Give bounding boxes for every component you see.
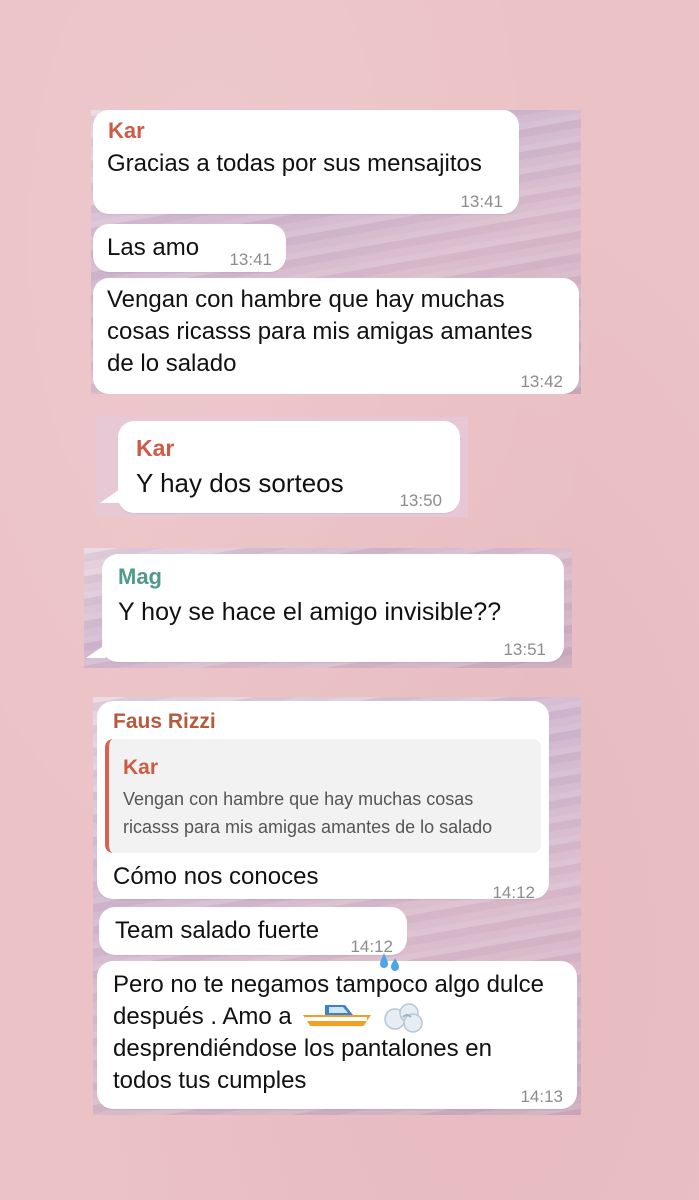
chat-screenshot-1: Kar Gracias a todas por sus mensajitos 1…	[91, 110, 581, 394]
message-text: Team salado fuerte	[115, 917, 320, 944]
message-timestamp: 13:51	[503, 640, 546, 659]
message-text-line: Vengan con hambre que hay muchas	[107, 286, 505, 313]
sender-name: Mag	[118, 564, 162, 589]
message-bubble[interactable]: Kar Y hay dos sorteos 13:50	[118, 421, 460, 513]
message-text-line: cosas ricasss para mis amigas amantes	[107, 318, 533, 345]
message-text: Cómo nos conoces	[113, 863, 319, 890]
chat-screenshot-3: Mag Y hoy se hace el amigo invisible?? 1…	[84, 548, 572, 668]
message-text-line: después . Amo a	[113, 1003, 292, 1030]
message-bubble[interactable]: Mag Y hoy se hace el amigo invisible?? 1…	[102, 554, 564, 662]
message-bubble[interactable]: Kar Gracias a todas por sus mensajitos 1…	[93, 110, 519, 214]
message-text-line: de lo salado	[107, 350, 237, 377]
chat-screenshot-4: Faus Rizzi Kar Vengan con hambre que hay…	[93, 697, 581, 1115]
sender-name: Kar	[136, 435, 175, 461]
speedboat-emoji	[303, 1005, 375, 1029]
reply-text-line: ricasss para mis amigas amantes de lo sa…	[123, 817, 493, 837]
sender-name: Faus Rizzi	[113, 710, 216, 733]
message-text-line: todos tus cumples	[113, 1067, 307, 1094]
message-text: Gracias a todas por sus mensajitos	[107, 150, 482, 177]
reply-quote[interactable]: Kar Vengan con hambre que hay muchas cos…	[105, 739, 541, 853]
droplets-emoji	[380, 953, 399, 971]
message-bubble[interactable]: Pero no te negamos tampoco algo dulce de…	[97, 953, 577, 1109]
message-timestamp: 13:42	[520, 372, 563, 391]
message-timestamp: 13:41	[229, 250, 272, 269]
message-bubble[interactable]: Las amo 13:41	[93, 224, 286, 272]
reply-sender-name: Kar	[123, 756, 159, 779]
reply-text-line: Vengan con hambre que hay muchas cosas	[123, 789, 474, 809]
message-timestamp: 14:13	[520, 1087, 563, 1106]
sender-name: Kar	[108, 118, 145, 143]
chat-screenshot-2: Kar Y hay dos sorteos 13:50	[96, 417, 468, 517]
message-text: Las amo	[107, 234, 200, 261]
message-text: Y hoy se hace el amigo invisible??	[118, 598, 502, 626]
message-bubble[interactable]: Vengan con hambre que hay muchas cosas r…	[93, 278, 579, 394]
message-timestamp: 13:41	[460, 192, 503, 211]
message-text: Y hay dos sorteos	[136, 468, 344, 498]
message-text-line: desprendiéndose los pantalones en	[113, 1035, 492, 1062]
message-timestamp: 13:50	[399, 491, 442, 510]
message-timestamp: 14:12	[492, 883, 535, 902]
message-bubble[interactable]: Faus Rizzi Kar Vengan con hambre que hay…	[97, 701, 549, 902]
bubble-tail	[100, 489, 120, 503]
dash-emoji	[384, 1003, 423, 1033]
message-bubble[interactable]: Team salado fuerte 14:12	[99, 907, 407, 956]
